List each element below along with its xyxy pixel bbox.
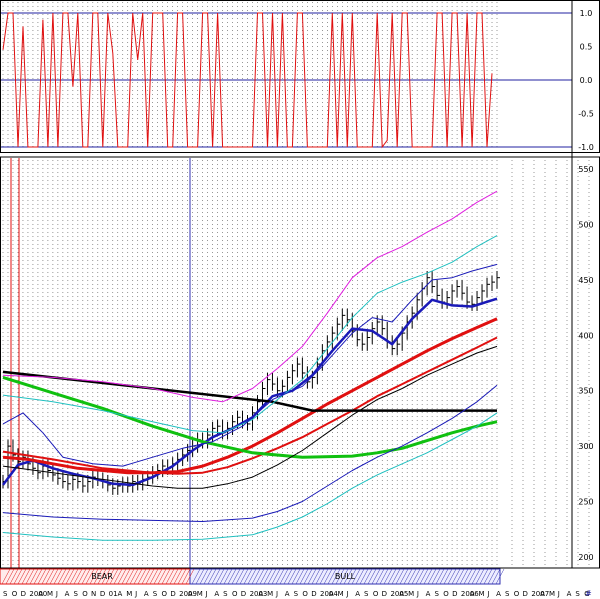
date-tick-label: S bbox=[73, 590, 78, 598]
date-tick-label: J bbox=[275, 590, 278, 598]
date-tick-label: A bbox=[426, 590, 431, 598]
date-tick-label: A bbox=[38, 590, 43, 598]
price-tick-label: 350 bbox=[578, 387, 593, 396]
date-tick-label: A bbox=[258, 590, 263, 598]
date-tick-label: D bbox=[452, 590, 457, 598]
date-tick-label: O bbox=[514, 590, 520, 598]
date-tick-label: S bbox=[575, 590, 580, 598]
stock-chart: 1.0 0.5 0.0 -0.5 -1.0 550 500 450 400 350 300 250 2… bbox=[0, 0, 600, 599]
oscillator-tick-label: -1.0 bbox=[578, 143, 594, 152]
date-tick-label: J bbox=[345, 590, 348, 598]
date-tick-label: M bbox=[479, 590, 485, 598]
date-tick-label: A bbox=[470, 590, 475, 598]
price-tick-label: 500 bbox=[578, 220, 593, 229]
date-tick-label: D bbox=[241, 590, 246, 598]
date-tick-label: J bbox=[134, 590, 137, 598]
date-tick-label: A bbox=[399, 590, 404, 598]
date-tick-label: A bbox=[567, 590, 572, 598]
date-tick-label: A bbox=[144, 590, 149, 598]
date-tick-label: J bbox=[557, 590, 560, 598]
date-tick-label: A bbox=[496, 590, 501, 598]
date-tick-label: O bbox=[443, 590, 449, 598]
date-tick-label: A bbox=[214, 590, 219, 598]
date-tick-label: M bbox=[197, 590, 203, 598]
date-tick-label: D bbox=[382, 590, 387, 598]
date-tick-label: S bbox=[434, 590, 439, 598]
date-tick-label: A bbox=[117, 590, 122, 598]
price-tick-label: 200 bbox=[578, 553, 593, 562]
bear-label: BEAR bbox=[91, 572, 113, 581]
date-tick-label: S bbox=[294, 590, 299, 598]
date-tick-label: S bbox=[505, 590, 510, 598]
date-tick-label: A bbox=[329, 590, 334, 598]
date-tick-label: O bbox=[232, 590, 238, 598]
date-tick-label: O bbox=[162, 590, 168, 598]
date-tick-label: O bbox=[373, 590, 379, 598]
date-tick-label: O bbox=[12, 590, 18, 598]
date-tick-label: A bbox=[285, 590, 290, 598]
date-tick-label: A bbox=[355, 590, 360, 598]
date-tick-label: 01 bbox=[109, 590, 118, 598]
date-tick-label: M bbox=[549, 590, 555, 598]
price-tick-label: 400 bbox=[578, 331, 593, 340]
date-tick-label: D bbox=[311, 590, 316, 598]
date-tick-label: S bbox=[153, 590, 158, 598]
date-tick-label: M bbox=[126, 590, 132, 598]
date-tick-label: M bbox=[408, 590, 414, 598]
date-tick-label: J bbox=[205, 590, 208, 598]
date-tick-label: J bbox=[55, 590, 58, 598]
date-tick-label: A bbox=[65, 590, 70, 598]
date-tick-label: J bbox=[486, 590, 489, 598]
date-tick-label: D bbox=[21, 590, 26, 598]
price-tick-label: 250 bbox=[578, 498, 593, 507]
date-tick-label: J bbox=[416, 590, 419, 598]
date-tick-label: S bbox=[364, 590, 369, 598]
date-tick-label: S bbox=[223, 590, 228, 598]
date-tick-label: A bbox=[188, 590, 193, 598]
date-tick-label: D bbox=[100, 590, 105, 598]
price-tick-label: 450 bbox=[578, 276, 593, 285]
oscillator-tick-label: 1.0 bbox=[580, 9, 593, 18]
axis-annotation: # bbox=[585, 589, 592, 598]
date-tick-label: S bbox=[3, 590, 8, 598]
date-tick-label: O bbox=[82, 590, 88, 598]
price-tick-label: 550 bbox=[578, 165, 593, 174]
oscillator-tick-label: -0.5 bbox=[578, 110, 594, 119]
oscillator-tick-label: 0.5 bbox=[580, 43, 593, 52]
date-tick-label: M bbox=[338, 590, 344, 598]
price-tick-label: 300 bbox=[578, 442, 593, 451]
date-tick-label: D bbox=[170, 590, 175, 598]
date-tick-label: A bbox=[540, 590, 545, 598]
date-tick-label: M bbox=[47, 590, 53, 598]
date-tick-label: D bbox=[523, 590, 528, 598]
date-tick-label: N bbox=[91, 590, 96, 598]
oscillator-tick-label: 0.0 bbox=[580, 76, 593, 85]
bull-label: BULL bbox=[335, 572, 356, 581]
date-tick-label: O bbox=[302, 590, 308, 598]
date-tick-label: M bbox=[267, 590, 273, 598]
